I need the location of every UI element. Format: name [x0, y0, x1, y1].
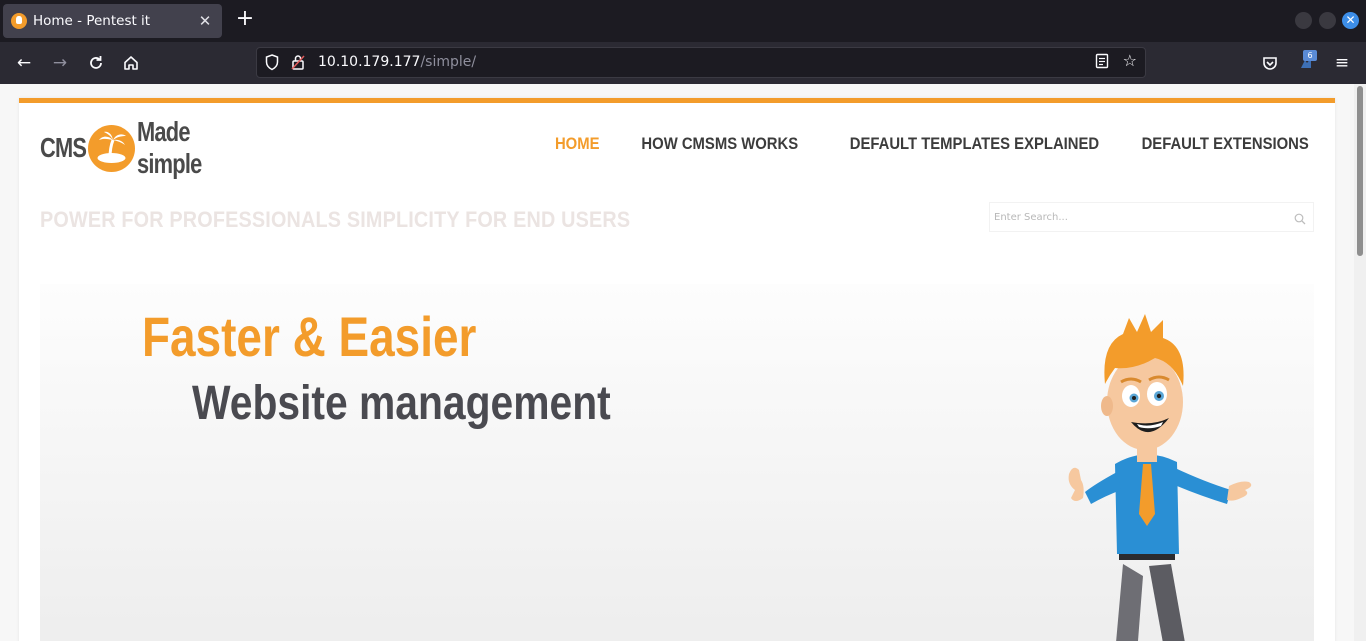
close-tab-icon[interactable]: ✕: [196, 13, 214, 29]
extension-badge: 6: [1303, 50, 1317, 61]
site-container: CMS Made simple HOME HOW CMSMS WORKS DEF…: [19, 98, 1335, 641]
minimize-window-button[interactable]: [1295, 12, 1312, 29]
reload-icon[interactable]: [85, 52, 107, 74]
logo-right-text: Made simple: [137, 116, 202, 179]
nav-default-extensions-link[interactable]: DEFAULT EXTENSIONS: [1142, 135, 1309, 154]
palm-island-icon: [88, 124, 135, 172]
tab-title: Home - Pentest it: [33, 13, 151, 29]
page-scrollbar[interactable]: [1354, 84, 1366, 641]
pocket-icon[interactable]: [1259, 52, 1281, 74]
logo-left-text: CMS: [40, 132, 87, 163]
search-box: [989, 202, 1314, 232]
page-viewport: CMS Made simple HOME HOW CMSMS WORKS DEF…: [0, 84, 1366, 641]
url-host: 10.10.179.177: [318, 54, 421, 70]
site-tagline: POWER FOR PROFESSIONALS SIMPLICITY FOR E…: [40, 207, 631, 232]
new-tab-button[interactable]: +: [234, 8, 256, 32]
scrollbar-thumb[interactable]: [1357, 86, 1363, 256]
cms-logo[interactable]: CMS Made simple: [40, 116, 277, 179]
hero-banner: Faster & Easier Website management: [40, 284, 1314, 641]
lock-icon[interactable]: [291, 53, 305, 71]
tab-strip: Home - Pentest it ✕ + ✕: [0, 0, 1366, 42]
home-icon[interactable]: [120, 52, 142, 74]
search-input[interactable]: [990, 203, 1280, 231]
url-text[interactable]: 10.10.179.177/simple/: [318, 54, 476, 70]
tab-home[interactable]: Home - Pentest it ✕: [3, 4, 222, 38]
maximize-window-button[interactable]: [1319, 12, 1336, 29]
hero-subtitle: Website management: [192, 377, 611, 430]
reader-view-icon[interactable]: [1095, 53, 1109, 73]
main-navigation: HOME HOW CMSMS WORKS DEFAULT TEMPLATES E…: [550, 135, 1309, 154]
nav-home-link[interactable]: HOME: [555, 135, 600, 154]
bookmark-star-icon[interactable]: ☆: [1123, 51, 1137, 70]
nav-how-cmsms-works-link[interactable]: HOW CMSMS WORKS: [641, 135, 798, 154]
mascot-illustration: [1068, 314, 1252, 641]
hero-title: Faster & Easier: [142, 305, 477, 368]
forward-icon[interactable]: →: [49, 52, 71, 74]
search-icon[interactable]: [1294, 210, 1306, 225]
firefox-favicon-icon: [11, 13, 27, 29]
url-path: /simple/: [420, 54, 477, 70]
close-window-button[interactable]: ✕: [1342, 12, 1359, 29]
nav-default-templates-link[interactable]: DEFAULT TEMPLATES EXPLAINED: [850, 135, 1099, 154]
menu-icon[interactable]: ≡: [1331, 52, 1353, 74]
back-icon[interactable]: ←: [13, 52, 35, 74]
url-bar[interactable]: 10.10.179.177/simple/ ☆: [256, 47, 1146, 78]
shield-icon[interactable]: [265, 54, 279, 71]
